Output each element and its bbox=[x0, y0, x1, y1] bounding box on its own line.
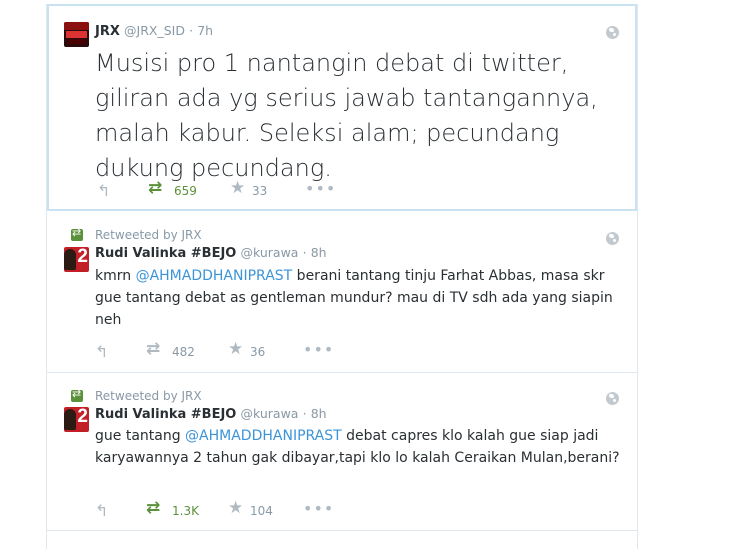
tweet-text: gue tantang @AHMADDHANIPRAST debat capre… bbox=[95, 425, 625, 469]
tweet-item[interactable]: Retweeted by JRX 2 Rudi Valinka #BEJO @k… bbox=[47, 211, 637, 373]
fullname[interactable]: Rudi Valinka #BEJO bbox=[95, 407, 236, 422]
mention-link[interactable]: @AHMADDHANIPRAST bbox=[185, 428, 342, 444]
tweet-item[interactable]: JRX @JRX_SID · 7h Musisi pro 1 nantangin… bbox=[47, 4, 637, 211]
retweet-count: 659 bbox=[174, 184, 197, 198]
retweet-context[interactable]: Retweeted by JRX bbox=[95, 228, 202, 242]
more-icon[interactable]: ••• bbox=[303, 340, 334, 359]
retweet-icon[interactable]: ⇄ bbox=[146, 498, 160, 518]
tweet-text: kmrn @AHMADDHANIPRAST berani tantang tin… bbox=[95, 265, 625, 331]
username[interactable]: @kurawa bbox=[241, 245, 299, 260]
tweet-text-part: gue tantang bbox=[95, 428, 186, 444]
timestamp[interactable]: 8h bbox=[311, 245, 327, 260]
globe-icon[interactable] bbox=[606, 392, 619, 405]
username[interactable]: @kurawa bbox=[241, 406, 299, 421]
globe-icon[interactable] bbox=[606, 232, 619, 245]
retweet-context-icon bbox=[71, 387, 83, 402]
avatar[interactable] bbox=[64, 22, 89, 47]
reply-icon[interactable]: ↰ bbox=[97, 181, 110, 200]
fullname[interactable]: Rudi Valinka #BEJO bbox=[95, 246, 236, 261]
avatar[interactable]: 2 bbox=[64, 407, 89, 432]
separator-dot: · bbox=[302, 245, 307, 260]
timestamp[interactable]: 7h bbox=[197, 23, 213, 38]
timestamp[interactable]: 8h bbox=[311, 406, 327, 421]
fullname[interactable]: JRX bbox=[95, 24, 120, 39]
tweet-text-part: kmrn bbox=[95, 268, 136, 284]
retweet-context[interactable]: Retweeted by JRX bbox=[95, 389, 202, 403]
retweet-icon[interactable]: ⇄ bbox=[146, 339, 160, 359]
tweet-header: Rudi Valinka #BEJO @kurawa · 8h bbox=[95, 245, 327, 261]
more-icon[interactable]: ••• bbox=[305, 179, 336, 198]
timeline-stream: JRX @JRX_SID · 7h Musisi pro 1 nantangin… bbox=[46, 4, 638, 549]
favorite-count: 36 bbox=[250, 345, 266, 359]
star-icon[interactable]: ★ bbox=[228, 498, 243, 518]
retweet-icon[interactable]: ⇄ bbox=[148, 178, 162, 198]
tweet-text: Musisi pro 1 nantangin debat di twitter,… bbox=[95, 49, 598, 182]
username[interactable]: @JRX_SID bbox=[124, 23, 185, 38]
avatar[interactable]: 2 bbox=[64, 247, 89, 272]
mention-link[interactable]: @AHMADDHANIPRAST bbox=[136, 268, 293, 284]
reply-icon[interactable]: ↰ bbox=[95, 501, 108, 520]
separator-dot: · bbox=[302, 406, 307, 421]
tweet-item[interactable]: Retweeted by JRX 2 Rudi Valinka #BEJO @k… bbox=[47, 373, 637, 531]
tweet-header: Rudi Valinka #BEJO @kurawa · 8h bbox=[95, 406, 327, 422]
retweet-count: 482 bbox=[172, 345, 195, 359]
star-icon[interactable]: ★ bbox=[230, 178, 245, 198]
globe-icon[interactable] bbox=[606, 26, 619, 39]
retweet-context-icon bbox=[71, 226, 83, 241]
star-icon[interactable]: ★ bbox=[228, 339, 243, 359]
separator-dot: · bbox=[189, 23, 194, 38]
favorite-count: 33 bbox=[252, 184, 268, 198]
retweet-count: 1.3K bbox=[172, 504, 199, 518]
favorite-count: 104 bbox=[250, 504, 273, 518]
more-icon[interactable]: ••• bbox=[303, 499, 334, 518]
tweet-header: JRX @JRX_SID · 7h bbox=[95, 23, 213, 39]
reply-icon[interactable]: ↰ bbox=[95, 342, 108, 361]
